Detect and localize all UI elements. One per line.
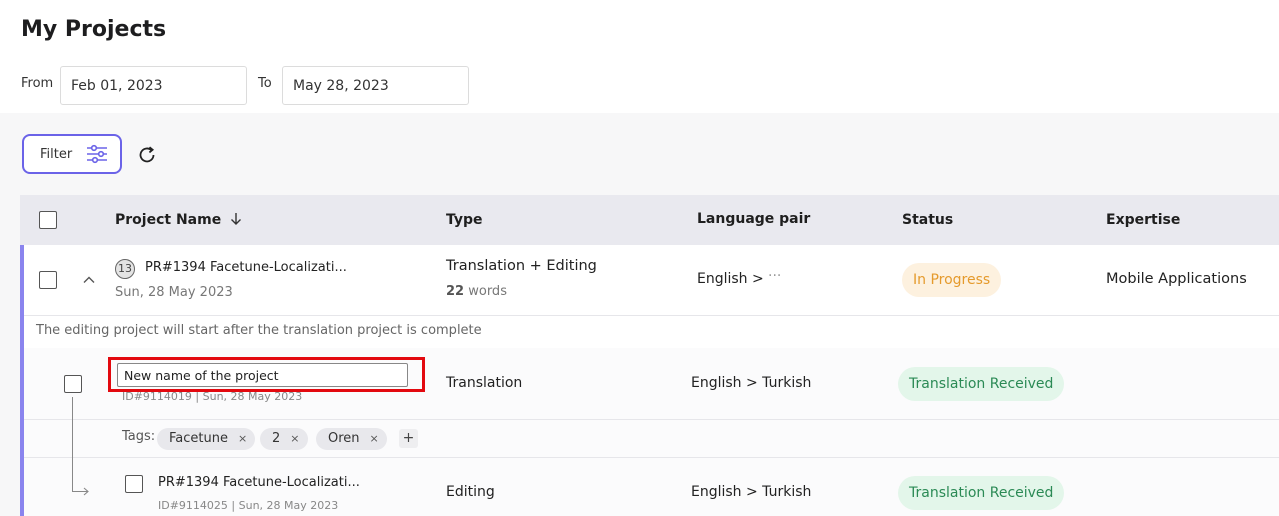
project-type: Translation + Editing — [446, 258, 597, 274]
sort-down-icon[interactable] — [230, 212, 242, 226]
column-status[interactable]: Status — [902, 212, 953, 228]
project-name[interactable]: PR#1394 Facetune-Localizati... — [158, 475, 360, 490]
workflow-note: The editing project will start after the… — [36, 323, 482, 338]
refresh-icon[interactable] — [136, 144, 158, 166]
add-tag-button[interactable]: + — [399, 429, 418, 448]
row-checkbox[interactable] — [39, 271, 57, 289]
filter-label: Filter — [40, 146, 73, 162]
to-date-input[interactable] — [282, 66, 469, 105]
more-languages-icon[interactable]: ··· — [768, 268, 781, 284]
tag-chip[interactable]: 2 × — [260, 428, 308, 450]
tree-connector — [72, 397, 73, 492]
subproject-count-badge: 13 — [115, 259, 135, 279]
remove-tag-icon[interactable]: × — [370, 432, 379, 445]
language-pair: English > Turkish — [691, 375, 812, 391]
tags-label: Tags: — [122, 429, 156, 444]
project-type: Editing — [446, 484, 495, 500]
projects-table: Project Name Type Language pair Status E… — [20, 195, 1279, 516]
page-title: My Projects — [21, 17, 167, 42]
project-meta: ID#9114025 | Sun, 28 May 2023 — [158, 499, 339, 512]
word-count: 22 words — [446, 284, 507, 299]
language-pair: English > Turkish — [691, 484, 812, 500]
language-pair: English > — [697, 271, 764, 287]
sliders-icon — [87, 144, 108, 164]
from-date-input[interactable] — [60, 66, 247, 105]
divider — [24, 457, 1279, 458]
remove-tag-icon[interactable]: × — [238, 432, 247, 445]
project-type: Translation — [446, 375, 523, 391]
row-checkbox[interactable] — [125, 475, 143, 493]
column-project-name[interactable]: Project Name — [115, 212, 242, 228]
expertise: Mobile Applications — [1106, 271, 1247, 287]
column-type[interactable]: Type — [446, 212, 483, 228]
from-label: From — [21, 76, 54, 91]
arrow-right-icon — [83, 487, 89, 496]
tag-chip[interactable]: Facetune × — [157, 428, 256, 450]
status-badge: Translation Received — [898, 476, 1065, 510]
to-label: To — [258, 76, 272, 91]
tag-chip[interactable]: Oren × — [316, 428, 387, 450]
status-badge: Translation Received — [898, 367, 1065, 401]
select-all-checkbox[interactable] — [39, 211, 57, 229]
project-name[interactable]: PR#1394 Facetune-Localizati... — [145, 260, 347, 275]
filter-button[interactable]: Filter — [22, 134, 122, 174]
chevron-up-icon[interactable] — [83, 275, 95, 285]
row-checkbox[interactable] — [64, 375, 82, 393]
highlight-box — [108, 357, 425, 392]
table-header: Project Name Type Language pair Status E… — [20, 195, 1279, 245]
remove-tag-icon[interactable]: × — [290, 432, 299, 445]
column-expertise[interactable]: Expertise — [1106, 212, 1180, 228]
column-language-pair[interactable]: Language pair — [697, 211, 810, 227]
status-badge: In Progress — [902, 263, 1002, 297]
project-date: Sun, 28 May 2023 — [115, 285, 233, 300]
divider — [24, 419, 1279, 420]
top-section: My Projects From To — [0, 0, 1279, 113]
